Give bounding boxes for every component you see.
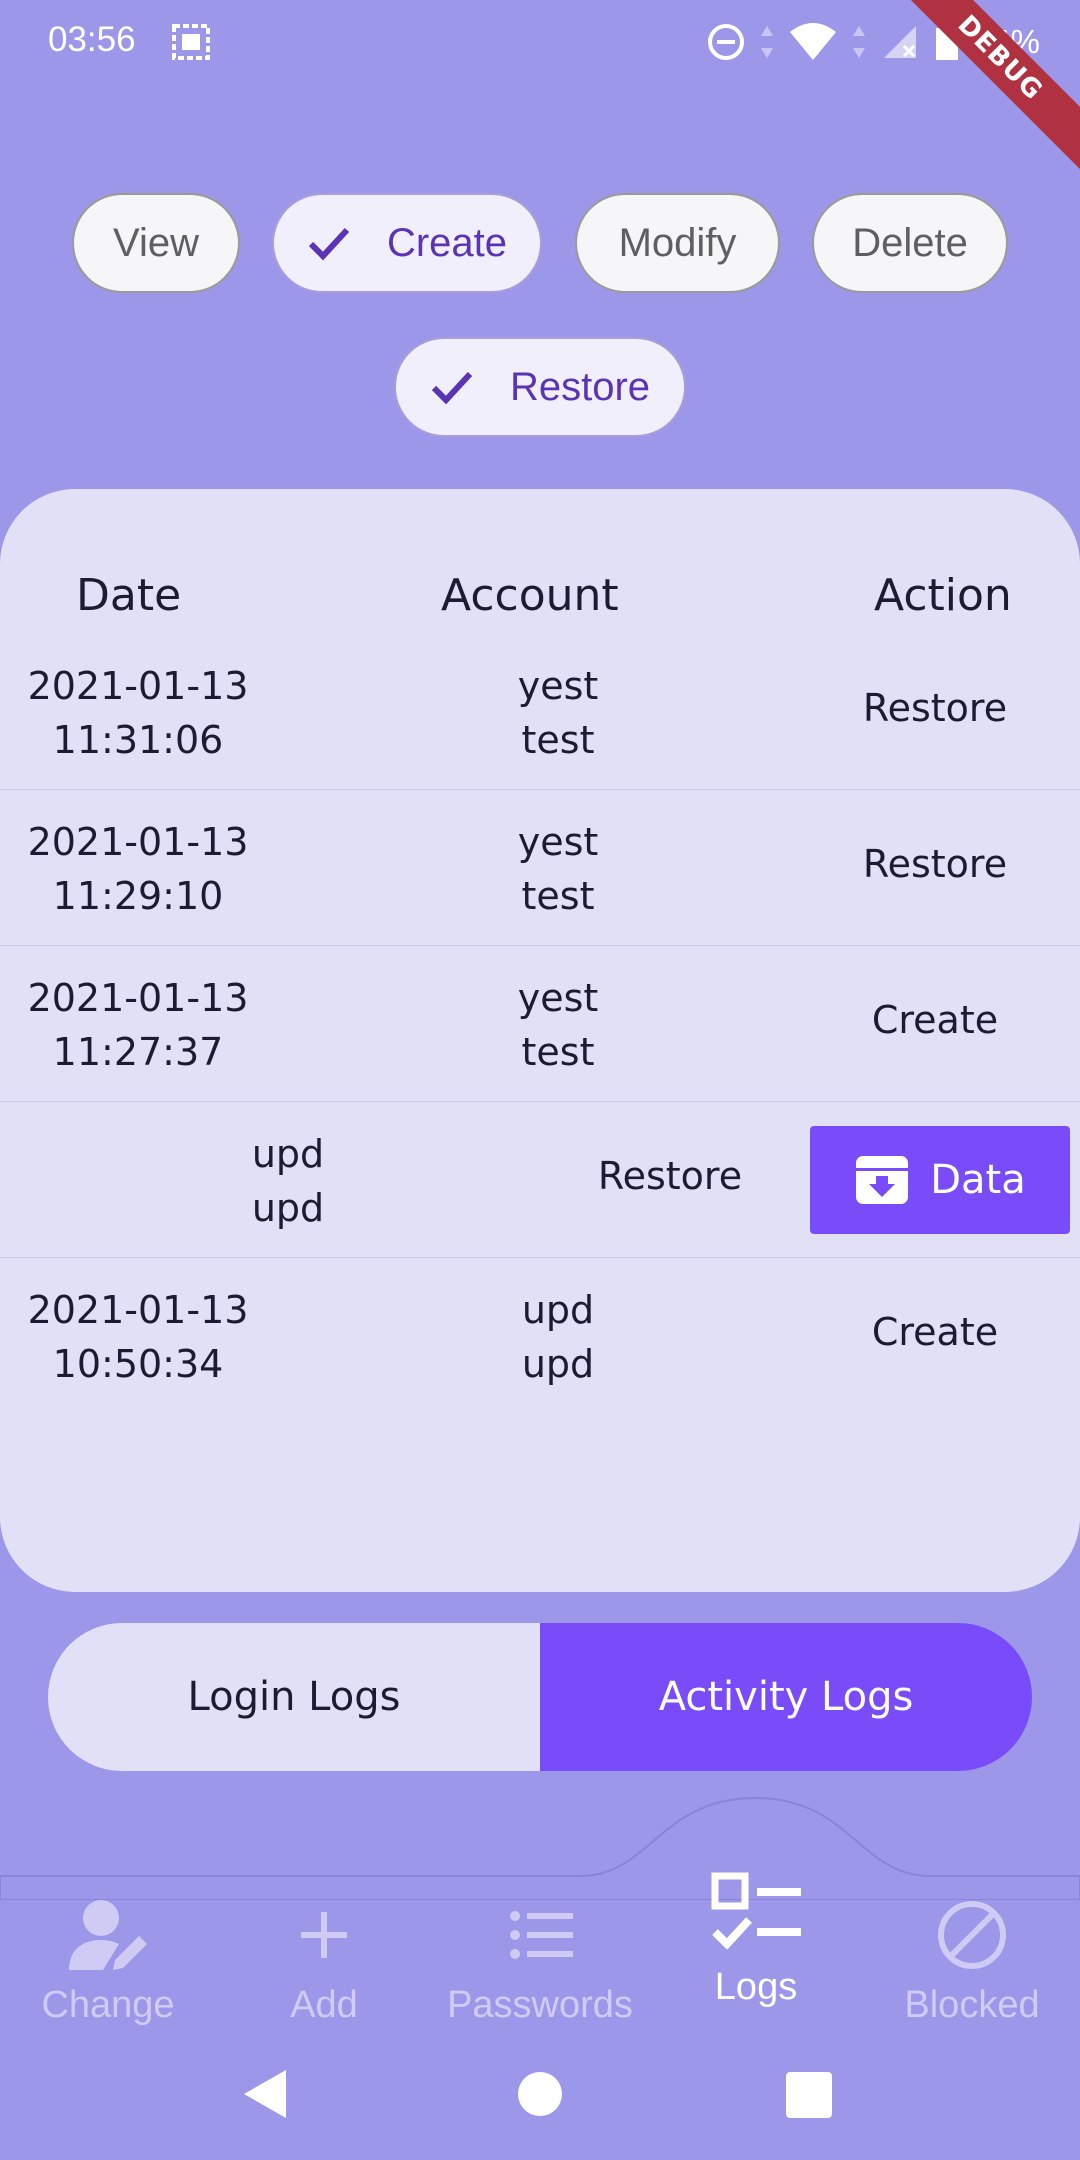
block-icon xyxy=(938,1901,1006,1969)
system-nav-bar xyxy=(244,2070,832,2118)
plus-icon xyxy=(301,1912,347,1958)
nav-item-blocked[interactable]: Blocked xyxy=(864,1890,1080,2040)
chip-label: Restore xyxy=(509,364,651,409)
row-date: 2021-01-13 11:29:10 xyxy=(27,820,249,918)
row-account: upd upd xyxy=(521,1288,595,1386)
status-bar: 03:56 84% xyxy=(0,0,1080,84)
column-header-date: Date xyxy=(76,570,182,621)
status-time: 03:56 xyxy=(48,20,136,59)
row-action: Create xyxy=(871,1310,999,1354)
data-button[interactable]: Data xyxy=(810,1126,1070,1234)
nav-item-passwords[interactable]: Passwords xyxy=(432,1890,648,2040)
archive-icon xyxy=(856,1156,909,1204)
list-icon xyxy=(510,1911,573,1959)
tab-login-logs[interactable]: Login Logs xyxy=(48,1623,540,1771)
nav-item-logs[interactable]: Logs xyxy=(648,1862,864,2012)
row-date: 2021-01-13 11:31:06 xyxy=(27,664,249,762)
row-account: upd upd xyxy=(251,1132,325,1230)
back-icon xyxy=(244,2070,286,2118)
filter-chip-create[interactable]: Create xyxy=(272,193,542,293)
row-account: yest test xyxy=(517,976,599,1074)
nav-label: Passwords xyxy=(447,1984,633,2026)
nav-label: Blocked xyxy=(904,1984,1040,2026)
notification-icon xyxy=(172,24,210,60)
filter-chip-modify[interactable]: Modify xyxy=(575,193,780,293)
table-row[interactable]: 2021-01-13 10:50:34 upd upd Create xyxy=(0,1258,1080,1414)
home-icon xyxy=(518,2072,562,2116)
bottom-nav-background xyxy=(0,1796,1080,1900)
row-action: Restore xyxy=(597,1154,743,1198)
chip-label: Modify xyxy=(618,220,737,265)
column-header-account: Account xyxy=(441,570,619,621)
filter-chip-view[interactable]: View xyxy=(72,193,240,293)
filter-chip-delete[interactable]: Delete xyxy=(812,193,1008,293)
row-action: Restore xyxy=(862,842,1008,886)
signal-icon xyxy=(883,26,916,58)
check-icon xyxy=(308,227,350,261)
table-row[interactable]: 2021-01-13 11:27:37 yest test Create xyxy=(0,946,1080,1102)
row-action: Create xyxy=(871,998,999,1042)
row-date: 2021-01-13 10:50:34 xyxy=(27,1288,249,1386)
check-icon xyxy=(431,371,473,405)
row-action: Restore xyxy=(862,686,1008,730)
table-row-swiped[interactable]: upd upd Restore Data xyxy=(0,1102,1080,1258)
data-arrows-icon xyxy=(852,26,865,58)
log-type-toggle: Login Logs Activity Logs xyxy=(48,1623,1032,1771)
chip-label: Create xyxy=(386,220,508,265)
table-row[interactable]: 2021-01-13 11:29:10 yest test Restore xyxy=(0,790,1080,946)
chip-label: Delete xyxy=(852,220,968,265)
wifi-icon xyxy=(789,23,836,60)
nav-item-add[interactable]: Add xyxy=(216,1890,432,2040)
tab-activity-logs[interactable]: Activity Logs xyxy=(540,1623,1032,1771)
recents-icon xyxy=(786,2072,832,2118)
filter-chip-restore[interactable]: Restore xyxy=(394,337,686,437)
nav-item-change[interactable]: Change xyxy=(0,1890,216,2040)
nav-label: Change xyxy=(41,1984,175,2026)
nav-label: Logs xyxy=(714,1966,798,2008)
row-date: 2021-01-13 11:27:37 xyxy=(27,976,249,1074)
data-arrows-icon xyxy=(760,26,773,58)
row-account: yest test xyxy=(517,664,599,762)
do-not-disturb-icon xyxy=(707,24,744,60)
table-row[interactable]: 2021-01-13 11:31:06 yest test Restore xyxy=(0,634,1080,790)
row-account: yest test xyxy=(517,820,599,918)
person-edit-icon xyxy=(69,1900,147,1970)
data-button-label: Data xyxy=(930,1157,1026,1203)
nav-label: Add xyxy=(290,1984,358,2026)
checklist-icon xyxy=(711,1872,801,1950)
chip-label: View xyxy=(113,220,199,265)
column-header-action: Action xyxy=(874,570,1012,621)
